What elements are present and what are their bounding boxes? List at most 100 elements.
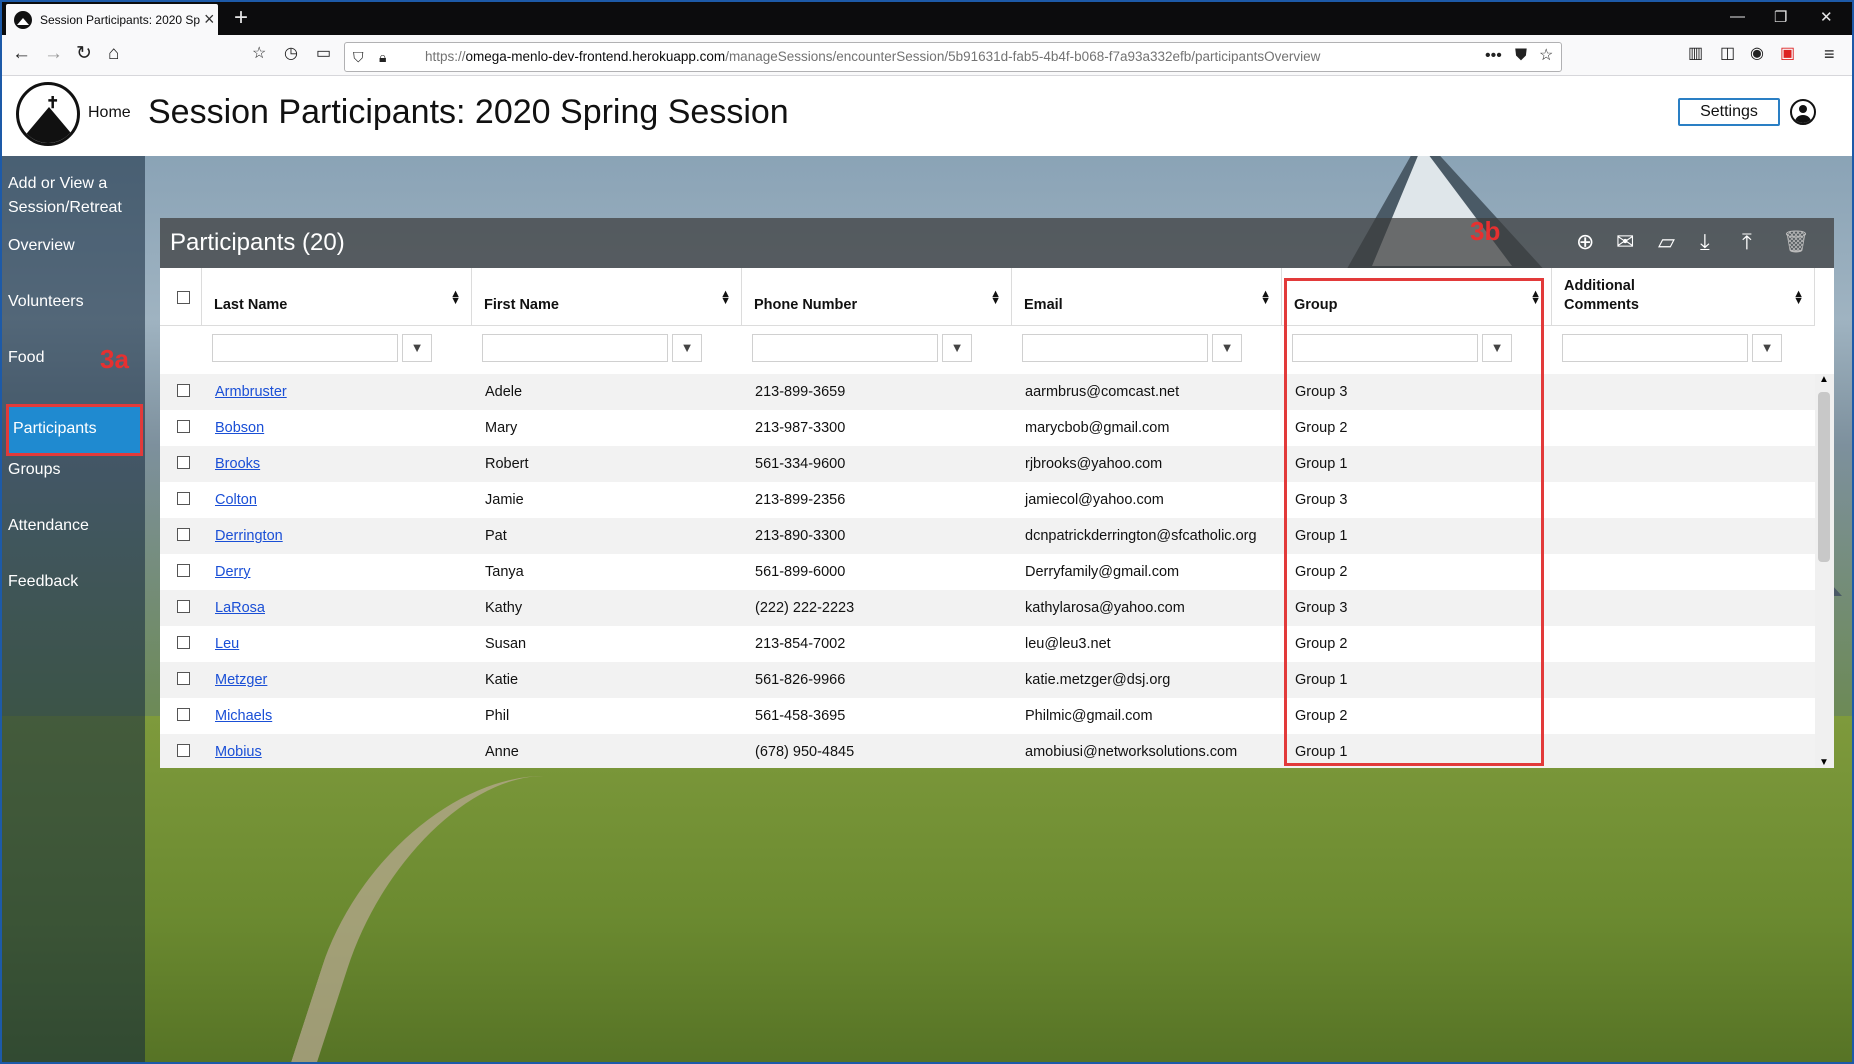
filter-input-email[interactable] (1022, 334, 1208, 362)
add-participant-icon[interactable]: ⊕ (1576, 230, 1594, 254)
table-row[interactable]: Brooks Robert 561-334-9600 rjbrooks@yaho… (160, 446, 1815, 482)
sidebar-item-groups[interactable]: Groups (8, 458, 60, 482)
last-name-link[interactable]: Leu (215, 636, 239, 652)
row-checkbox[interactable] (177, 564, 190, 577)
filter-input-phone[interactable] (752, 334, 938, 362)
last-name-link[interactable]: LaRosa (215, 600, 265, 616)
home-link[interactable]: Home (88, 104, 131, 122)
new-tab-icon[interactable]: + (234, 4, 248, 32)
menu-icon[interactable]: ≡ (1824, 43, 1835, 65)
row-checkbox[interactable] (177, 528, 190, 541)
more-icon[interactable]: ••• (1485, 45, 1502, 67)
address-bar[interactable]: ⛉ 🔒︎ https://omega-menlo-dev-frontend.he… (344, 42, 1562, 72)
last-name-link[interactable]: Armbruster (215, 384, 287, 400)
row-checkbox[interactable] (177, 636, 190, 649)
table-row[interactable]: Bobson Mary 213-987-3300 marycbob@gmail.… (160, 410, 1815, 446)
sidebar-toggle-icon[interactable]: ◫ (1720, 43, 1735, 65)
filter-input-last-name[interactable] (212, 334, 398, 362)
sidebar-item-overview[interactable]: Overview (8, 234, 75, 258)
shield-icon[interactable]: ⛉ (353, 46, 364, 68)
history-icon[interactable]: ◷ (284, 43, 298, 65)
back-icon[interactable]: ← (12, 43, 31, 65)
tab-close-icon[interactable]: × (204, 9, 215, 30)
table-row[interactable]: Colton Jamie 213-899-2356 jamiecol@yahoo… (160, 482, 1815, 518)
filter-icon[interactable]: ▼ (402, 334, 432, 362)
table-row[interactable]: Armbruster Adele 213-899-3659 aarmbrus@c… (160, 374, 1815, 410)
filter-icon[interactable]: ▼ (672, 334, 702, 362)
row-checkbox[interactable] (177, 600, 190, 613)
last-name-link[interactable]: Michaels (215, 708, 272, 724)
user-profile-icon[interactable] (1790, 99, 1816, 125)
filter-icon[interactable]: ▼ (942, 334, 972, 362)
column-header-phone[interactable]: Phone Number ▲ ▼ (742, 268, 1012, 326)
filter-input-comments[interactable] (1562, 334, 1748, 362)
settings-button[interactable]: Settings (1678, 98, 1780, 126)
row-checkbox[interactable] (177, 384, 190, 397)
filter-icon[interactable]: ▼ (1482, 334, 1512, 362)
sidebar-item-food[interactable]: Food (8, 346, 44, 370)
extension-icon[interactable]: ▣ (1780, 43, 1795, 65)
column-header-last-name[interactable]: Last Name ▲ ▼ (202, 268, 472, 326)
column-header-first-name[interactable]: First Name ▲ ▼ (472, 268, 742, 326)
last-name-link[interactable]: Metzger (215, 672, 267, 688)
sort-icon[interactable]: ▲ ▼ (720, 289, 731, 307)
last-name-link[interactable]: Bobson (215, 420, 264, 436)
table-row[interactable]: Michaels Phil 561-458-3695 Philmic@gmail… (160, 698, 1815, 734)
folder-icon[interactable]: ▭ (316, 43, 331, 65)
scrollbar-thumb[interactable] (1818, 392, 1830, 562)
sort-icon[interactable]: ▲ ▼ (1260, 289, 1271, 307)
browser-tab[interactable]: Session Participants: 2020 Sprin × (6, 4, 218, 35)
upload-icon[interactable]: ⤒ (1742, 230, 1752, 254)
last-name-link[interactable]: Mobius (215, 744, 262, 760)
filter-input-group[interactable] (1292, 334, 1478, 362)
star-icon[interactable]: ☆ (1539, 45, 1553, 67)
row-checkbox[interactable] (177, 456, 190, 469)
filter-icon[interactable]: ▼ (1752, 334, 1782, 362)
column-header-email[interactable]: Email ▲ ▼ (1012, 268, 1282, 326)
lock-icon[interactable]: 🔒︎ (379, 46, 386, 68)
filter-input-first-name[interactable] (482, 334, 668, 362)
restore-icon[interactable]: ❐ (1774, 8, 1787, 26)
message-icon[interactable]: ▱ (1658, 230, 1675, 254)
app-logo[interactable]: ✝ (16, 82, 80, 146)
last-name-link[interactable]: Derrington (215, 528, 283, 544)
download-icon[interactable]: ⤓ (1700, 230, 1710, 254)
window-close-icon[interactable]: ✕ (1820, 8, 1833, 26)
row-checkbox[interactable] (177, 744, 190, 757)
table-row[interactable]: Derrington Pat 213-890-3300 dcnpatrickde… (160, 518, 1815, 554)
filter-icon[interactable]: ▼ (1212, 334, 1242, 362)
select-all-checkbox[interactable] (177, 291, 190, 304)
table-row[interactable]: Derry Tanya 561-899-6000 Derryfamily@gma… (160, 554, 1815, 590)
row-checkbox[interactable] (177, 708, 190, 721)
email-icon[interactable]: ✉ (1616, 230, 1634, 254)
table-row[interactable]: Mobius Anne (678) 950-4845 amobiusi@netw… (160, 734, 1815, 768)
row-checkbox[interactable] (177, 672, 190, 685)
scroll-up-icon[interactable]: ▲ (1819, 374, 1829, 385)
minimize-icon[interactable]: — (1730, 8, 1745, 25)
column-header-comments[interactable]: Additional Comments ▲ ▼ (1552, 268, 1815, 326)
table-row[interactable]: Leu Susan 213-854-7002 leu@leu3.net Grou… (160, 626, 1815, 662)
home-icon[interactable]: ⌂ (108, 43, 119, 65)
last-name-link[interactable]: Brooks (215, 456, 260, 472)
last-name-link[interactable]: Colton (215, 492, 257, 508)
account-icon[interactable]: ◉ (1750, 43, 1764, 65)
table-scrollbar[interactable]: ▲ ▼ (1815, 374, 1834, 768)
library-icon[interactable]: ▥ (1688, 43, 1703, 65)
sort-icon[interactable]: ▲ ▼ (1530, 289, 1541, 307)
sidebar-item-volunteers[interactable]: Volunteers (8, 290, 84, 314)
sort-icon[interactable]: ▲ ▼ (450, 289, 461, 307)
column-header-group[interactable]: Group ▲ ▼ (1282, 268, 1552, 326)
sort-icon[interactable]: ▲ ▼ (990, 289, 1001, 307)
sidebar-item-attendance[interactable]: Attendance (8, 514, 89, 538)
sidebar-item-participants[interactable]: Participants (6, 404, 143, 456)
pocket-icon[interactable]: ⛊ (1515, 45, 1527, 67)
forward-icon[interactable]: → (44, 43, 63, 65)
last-name-link[interactable]: Derry (215, 564, 250, 580)
scroll-down-icon[interactable]: ▼ (1819, 757, 1829, 768)
sidebar-item-feedback[interactable]: Feedback (8, 570, 78, 594)
sort-icon[interactable]: ▲ ▼ (1793, 289, 1804, 307)
bookmark-add-icon[interactable]: ☆ (252, 43, 266, 65)
table-row[interactable]: LaRosa Kathy (222) 222-2223 kathylarosa@… (160, 590, 1815, 626)
delete-icon[interactable]: 🗑︎ (1782, 230, 1810, 254)
url-text[interactable]: https://omega-menlo-dev-frontend.herokua… (425, 49, 1320, 64)
